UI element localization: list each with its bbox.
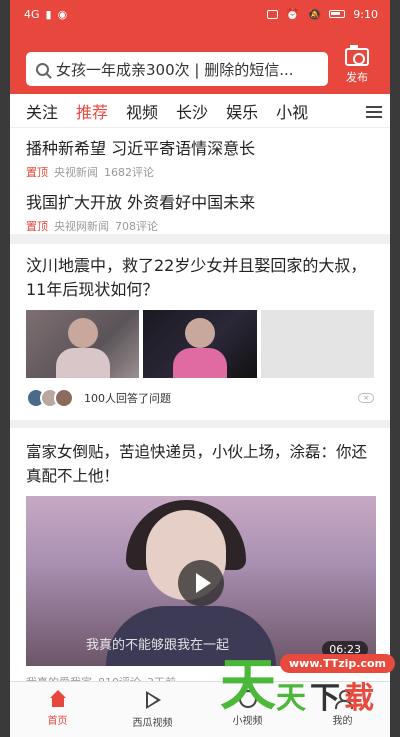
tab-short-video[interactable]: 小视 bbox=[276, 99, 308, 123]
answers-row: 100人回答了问题 × bbox=[26, 378, 374, 420]
signal-icon: ▮ bbox=[45, 7, 52, 21]
qa-image bbox=[260, 310, 374, 378]
video-title: 富家女倒贴，苦追快递员，小伙上场，涂磊：你还真配不上他！ bbox=[26, 443, 368, 485]
publish-button[interactable]: 发布 bbox=[342, 45, 372, 85]
channel-tabs: 关注 推荐 视频 长沙 娱乐 小视 bbox=[10, 94, 390, 128]
play-triangle-icon bbox=[143, 690, 163, 710]
dismiss-icon[interactable]: × bbox=[358, 393, 374, 403]
qa-image bbox=[143, 310, 257, 378]
hd-icon bbox=[266, 9, 278, 19]
mute-icon: 🔕 bbox=[307, 7, 322, 21]
watermark-glyph: 载 bbox=[344, 681, 374, 716]
news-source: 央视新闻 bbox=[54, 166, 98, 179]
news-title: 播种新希望 习近平寄语情深意长 bbox=[26, 139, 256, 158]
status-bar: 4G ▮ ◉ ⏰ 🔕 9:10 bbox=[10, 0, 390, 28]
nav-xigua-label: 西瓜视频 bbox=[132, 718, 173, 729]
tab-follow[interactable]: 关注 bbox=[26, 99, 58, 123]
notification-icon: ◉ bbox=[57, 7, 68, 21]
watermark-glyph: 下 bbox=[310, 681, 340, 716]
news-item[interactable]: 我国扩大开放 外资看好中国未来 置顶 央视网新闻 708评论 bbox=[26, 188, 374, 234]
publish-label: 发布 bbox=[346, 71, 368, 84]
phone-screen: 4G ▮ ◉ ⏰ 🔕 9:10 女孩一年成亲300次 | 删除的短信... 发布 bbox=[10, 0, 390, 737]
pinned-badge: 置顶 bbox=[26, 220, 48, 233]
tab-changsha[interactable]: 长沙 bbox=[176, 99, 208, 123]
news-title: 我国扩大开放 外资看好中国未来 bbox=[26, 193, 256, 212]
battery-icon bbox=[329, 10, 346, 18]
tab-video[interactable]: 视频 bbox=[126, 99, 158, 123]
watermark-url: www.TTzip.com bbox=[280, 654, 395, 673]
watermark-glyph: 天 bbox=[220, 653, 276, 718]
news-comments: 1682评论 bbox=[104, 166, 154, 179]
channel-menu-icon[interactable] bbox=[366, 106, 382, 118]
nav-home[interactable]: 首页 bbox=[10, 682, 105, 737]
pinned-badge: 置顶 bbox=[26, 166, 48, 179]
search-query: 女孩一年成亲300次 | 删除的短信... bbox=[56, 60, 294, 79]
search-icon bbox=[36, 62, 49, 76]
news-item[interactable]: 播种新希望 习近平寄语情深意长 置顶 央视新闻 1682评论 bbox=[26, 128, 374, 180]
clock: 9:10 bbox=[353, 7, 378, 21]
qa-card[interactable]: 汶川地震中，救了22岁少女并且娶回家的大叔，11年后现状如何？ 100人回答了问… bbox=[10, 244, 390, 420]
video-subtitle: 我真的不能够跟我在一起 bbox=[86, 638, 230, 653]
tab-recommend[interactable]: 推荐 bbox=[76, 99, 108, 123]
news-source: 央视网新闻 bbox=[54, 220, 109, 233]
tab-entertainment[interactable]: 娱乐 bbox=[226, 99, 258, 123]
avatar bbox=[54, 388, 74, 408]
play-icon[interactable] bbox=[178, 560, 224, 606]
qa-title: 汶川地震中，救了22岁少女并且娶回家的大叔，11年后现状如何？ bbox=[26, 256, 367, 299]
camera-icon bbox=[345, 45, 369, 66]
header: 4G ▮ ◉ ⏰ 🔕 9:10 女孩一年成亲300次 | 删除的短信... 发布 bbox=[10, 0, 390, 94]
qa-image bbox=[26, 310, 140, 378]
qa-images bbox=[26, 310, 374, 378]
carrier-label: 4G bbox=[24, 7, 40, 21]
home-icon bbox=[49, 690, 67, 708]
pinned-news-card: 播种新希望 习近平寄语情深意长 置顶 央视新闻 1682评论 我国扩大开放 外资… bbox=[10, 128, 390, 234]
search-input[interactable]: 女孩一年成亲300次 | 删除的短信... bbox=[26, 52, 328, 86]
nav-xigua-video[interactable]: 西瓜视频 bbox=[105, 682, 200, 737]
nav-home-label: 首页 bbox=[47, 716, 68, 727]
alarm-icon: ⏰ bbox=[285, 7, 300, 21]
news-comments: 708评论 bbox=[115, 220, 158, 233]
watermark-glyph: 天 bbox=[276, 681, 306, 716]
answers-count: 100人回答了问题 bbox=[84, 392, 171, 405]
watermark: 天 www.TTzip.com 天 下 载 bbox=[210, 636, 395, 726]
